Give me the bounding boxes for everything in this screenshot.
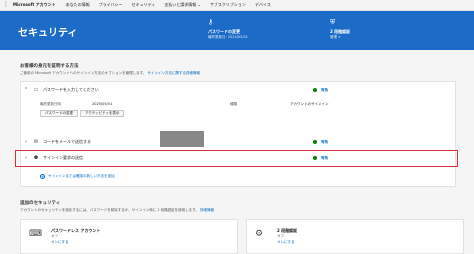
highlight-box	[15, 150, 458, 167]
status-dot-icon	[313, 88, 317, 92]
redacted-email-block	[160, 131, 204, 147]
nav-item-subscriptions[interactable]: サブスクリプション	[210, 2, 246, 8]
sign-in-methods-learn-more-link[interactable]: サインイン方法に関する詳細情報	[147, 71, 200, 75]
nav-item-your-info[interactable]: あなたの情報	[66, 2, 90, 8]
method-row-email-code[interactable]: › ✉ コードをメールで送信する 有効	[20, 136, 454, 148]
password-detail-panel: 最終更新日時 2025/05/01 種類 アカウントのサインイン パスワードの変…	[22, 96, 432, 132]
two-step-sub: 管理 >	[330, 35, 342, 39]
sign-in-methods-desc: ご使用の Microsoft アカウントへのサインイン方法のオプションを管理しま…	[20, 71, 200, 76]
type-value: アカウントのサインイン	[290, 102, 329, 106]
nav-item-billing[interactable]: 支払いと請求情報 ⌄	[164, 2, 201, 8]
view-activity-button[interactable]: アクティビティを表示	[80, 110, 125, 117]
add-sign-in-method-link[interactable]: + サインインまたは確認の新しい方法を追加	[40, 174, 115, 179]
status-badge: 有効	[313, 140, 328, 145]
key-icon: ⚷	[208, 18, 214, 26]
plus-icon: +	[40, 174, 45, 179]
app-launcher-icon[interactable]: ⋮	[3, 2, 9, 8]
change-password-action[interactable]: ⚷ パスワードの変更 最終更新日: 2024/05/01	[208, 19, 248, 40]
add-sign-in-method-label: サインインまたは確認の新しい方法を追加	[48, 174, 115, 178]
two-step-icon: ⚙	[255, 229, 264, 239]
brand-name[interactable]: Microsoft アカウント	[13, 2, 56, 8]
two-step-action[interactable]: ⛨ 2 段階認証 管理 >	[330, 19, 350, 40]
security-hero-banner: セキュリティ ⚷ パスワードの変更 最終更新日: 2024/05/01 ⛨ 2 …	[0, 11, 474, 50]
type-label: 種類	[230, 102, 237, 106]
two-step-turn-on-link[interactable]: オンにする	[277, 240, 295, 245]
change-password-sub: 最終更新日: 2024/05/01	[208, 35, 248, 39]
password-field-icon: ▭	[33, 87, 39, 93]
chevron-right-icon[interactable]: ›	[20, 139, 32, 145]
two-step-card[interactable]: ⚙ 2 段階認証 オフ オンにする	[246, 219, 464, 254]
passwordless-card[interactable]: ⌨ パスワードレス アカウント オフ オンにする	[20, 219, 238, 254]
method-row-password[interactable]: ⌃ ▭ パスワードを入力してください 有効	[20, 84, 454, 96]
passwordless-state: オフ	[51, 234, 58, 238]
two-step-card-state: オフ	[277, 234, 284, 238]
page-title: セキュリティ	[18, 28, 78, 39]
additional-security-desc-text: アカウントのセキュリティを強化するには、パスワードを削除するか、サインイン時に …	[20, 208, 199, 212]
method-label: コードをメールで送信する	[43, 139, 91, 144]
nav-item-security[interactable]: セキュリティ	[132, 2, 156, 8]
updated-value: 2025/05/01	[92, 102, 113, 106]
nav-item-devices[interactable]: デバイス	[255, 2, 271, 8]
top-nav-bar: ⋮ Microsoft アカウント あなたの情報 プライバシー セキュリティ 支…	[0, 0, 474, 11]
updated-label: 最終更新日時	[40, 102, 61, 106]
chevron-up-icon[interactable]: ⌃	[20, 87, 32, 93]
mail-icon: ✉	[33, 139, 39, 145]
nav-item-privacy[interactable]: プライバシー	[99, 2, 123, 8]
sign-in-methods-heading: お客様の身元を証明する方法	[20, 64, 79, 69]
passwordless-title: パスワードレス アカウント	[51, 228, 101, 233]
method-label: パスワードを入力してください	[43, 87, 99, 92]
additional-security-heading: 追加のセキュリティ	[20, 201, 61, 206]
passwordless-turn-on-link[interactable]: オンにする	[51, 240, 69, 245]
status-dot-icon	[313, 140, 317, 144]
additional-security-learn-more-link[interactable]: 詳細情報	[200, 208, 214, 212]
change-password-button[interactable]: パスワードの変更	[40, 110, 78, 117]
passwordless-icon: ⌨	[29, 229, 42, 239]
additional-security-desc: アカウントのセキュリティを強化するには、パスワードを削除するか、サインイン時に …	[20, 208, 214, 213]
sign-in-methods-desc-text: ご使用の Microsoft アカウントへのサインイン方法のオプションを管理しま…	[20, 71, 147, 75]
shield-check-icon: ⛨	[330, 18, 336, 26]
status-badge: 有効	[313, 88, 328, 93]
